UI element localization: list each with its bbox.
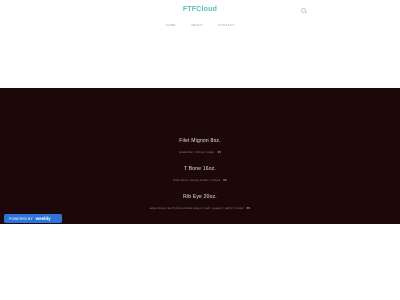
- menu-item-description-text: argentinian ranch prime black angus | sa…: [149, 206, 244, 210]
- search-icon[interactable]: [301, 8, 306, 13]
- menu-item-description-text: thick bone | honey butter | chives: [173, 178, 221, 182]
- menu-item-description: argentinian ranch prime black angus | sa…: [0, 206, 400, 210]
- powered-by-weebly-badge[interactable]: POWERED BY weebly: [4, 214, 62, 223]
- menu-list: Filet Mignon 8oz. tenderloin | chive | b…: [0, 138, 400, 222]
- menu-section: Filet Mignon 8oz. tenderloin | chive | b…: [0, 88, 400, 224]
- nav-item-home[interactable]: HOME: [166, 23, 176, 27]
- page-footer: [0, 224, 400, 300]
- menu-item-description: tenderloin | chive | butter 35: [0, 150, 400, 154]
- badge-brand: weebly: [35, 216, 51, 221]
- menu-item-description-text: tenderloin | chive | butter: [179, 150, 215, 154]
- nav-item-about[interactable]: ABOUT: [191, 23, 203, 27]
- main-nav: HOME ABOUT CONTACT: [0, 23, 400, 27]
- menu-item-name: Rib Eye 20oz.: [183, 194, 217, 200]
- menu-item-name: T Bone 16oz.: [183, 166, 217, 172]
- site-logo[interactable]: FTFCloud: [0, 6, 400, 13]
- menu-item-price: 35: [217, 150, 221, 154]
- site-header: FTFCloud HOME ABOUT CONTACT: [0, 0, 400, 88]
- menu-item-description: thick bone | honey butter | chives 65: [0, 178, 400, 182]
- menu-item-price: 65: [246, 206, 251, 210]
- menu-item-name: Filet Mignon 8oz.: [179, 138, 221, 144]
- menu-item: T Bone 16oz. thick bone | honey butter |…: [0, 166, 400, 194]
- menu-item: Filet Mignon 8oz. tenderloin | chive | b…: [0, 138, 400, 166]
- menu-item-price: 65: [223, 178, 227, 182]
- nav-item-contact[interactable]: CONTACT: [218, 23, 234, 27]
- badge-prefix: POWERED BY: [9, 217, 33, 221]
